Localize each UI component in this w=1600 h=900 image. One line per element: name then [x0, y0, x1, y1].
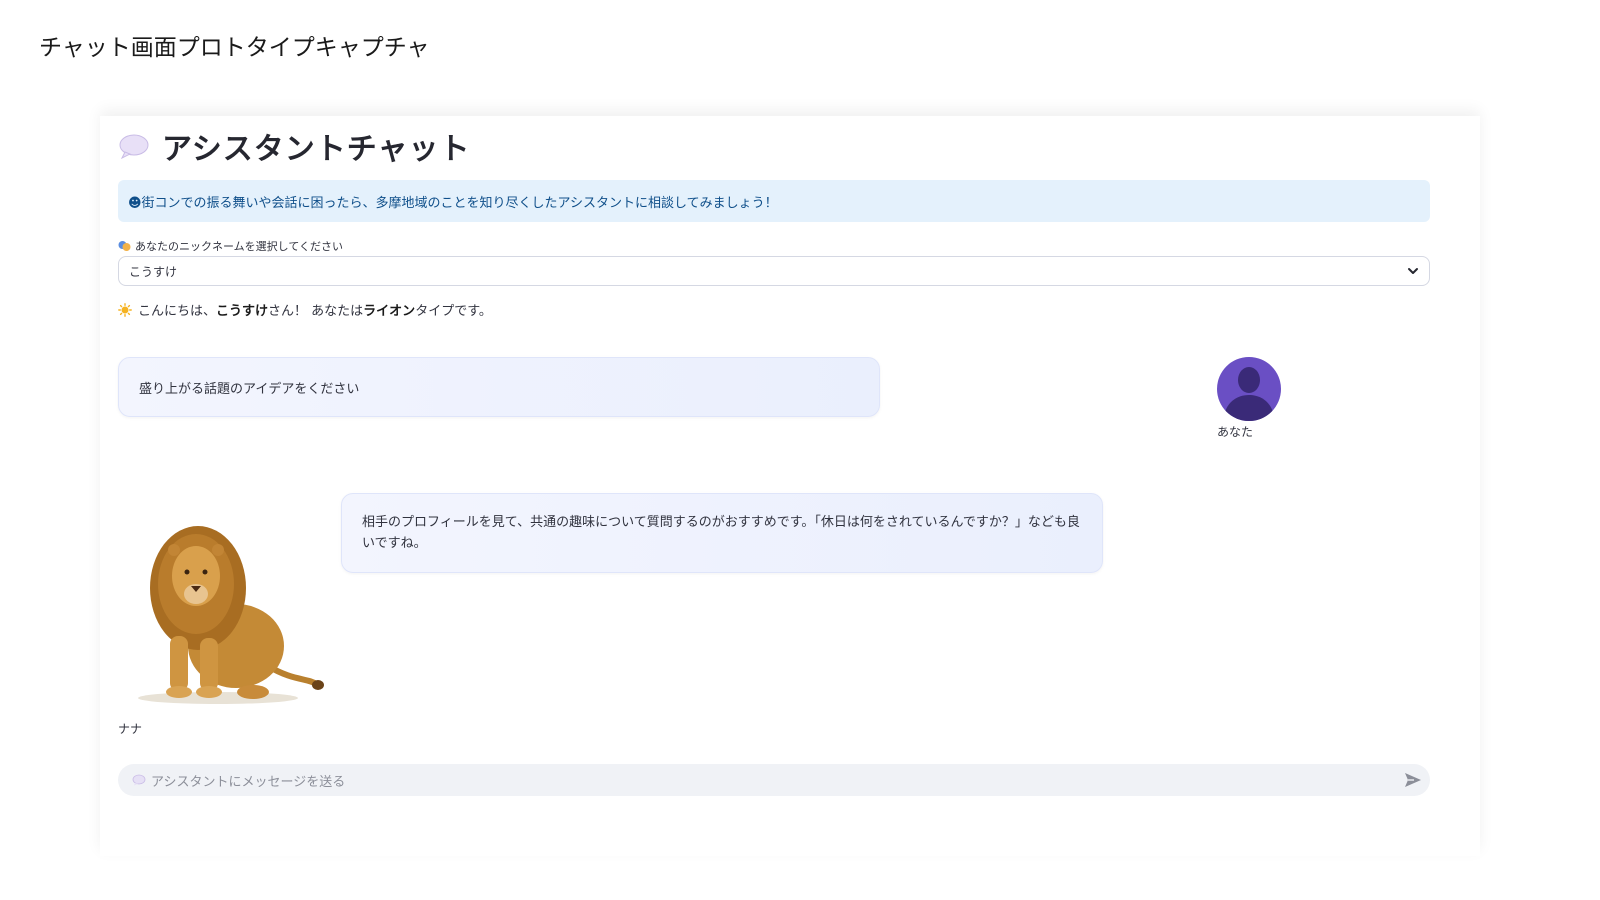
nickname-select-label: あなたのニックネームを選択してください	[118, 238, 343, 254]
nickname-selected-value: こうすけ	[129, 264, 178, 279]
user-sender-name: あなた	[1217, 425, 1254, 439]
user-message-bubble: 盛り上がる話題のアイデアをください	[118, 357, 880, 417]
info-banner: ☻街コンでの振る舞いや会話に困ったら、多摩地域のことを知り尽くしたアシスタントに…	[118, 180, 1430, 222]
assistant-message-bubble: 相手のプロフィールを見て、共通の趣味について質問するのがおすすめです。「休日は何…	[341, 493, 1103, 573]
app-title: アシスタントチャット	[162, 132, 471, 167]
chat-input[interactable]: アシスタントにメッセージを送る	[118, 764, 1430, 796]
speech-bubble-icon	[132, 774, 146, 786]
sun-icon	[118, 302, 132, 317]
greeting-middle: さん！ あなたは	[268, 304, 364, 319]
chevron-down-icon	[1408, 268, 1418, 274]
assistant-message-text: 相手のプロフィールを見て、共通の趣味について質問するのがおすすめです。「休日は何…	[362, 515, 1080, 551]
greeting-prefix: こんにちは、	[138, 304, 217, 319]
chat-input-placeholder: アシスタントにメッセージを送る	[151, 774, 346, 790]
assistant-sender-name: ナナ	[118, 722, 143, 736]
user-avatar-icon	[1217, 357, 1281, 421]
user-message-text: 盛り上がる話題のアイデアをください	[139, 381, 360, 397]
chat-app: アシスタントチャット ☻街コンでの振る舞いや会話に困ったら、多摩地域のことを知り…	[100, 116, 1480, 856]
greeting-text: こんにちは、 こうすけ さん！ あなたは ライオン タイプです。	[118, 300, 492, 319]
lion-avatar-icon	[138, 526, 324, 704]
speech-bubble-icon	[119, 134, 149, 159]
nickname-select[interactable]: こうすけ	[118, 256, 1430, 286]
greeting-suffix: タイプです。	[415, 304, 492, 319]
nickname-label-text: あなたのニックネームを選択してください	[135, 240, 344, 253]
page-caption: チャット画面プロトタイプキャプチャ	[39, 35, 430, 61]
info-banner-text: ☻街コンでの振る舞いや会話に困ったら、多摩地域のことを知り尽くしたアシスタントに…	[128, 195, 778, 211]
send-icon[interactable]	[1404, 772, 1422, 788]
app-header: アシスタントチャット	[118, 124, 471, 168]
greeting-nickname: こうすけ	[216, 304, 269, 319]
theater-masks-icon	[118, 241, 131, 251]
greeting-type: ライオン	[363, 304, 416, 319]
